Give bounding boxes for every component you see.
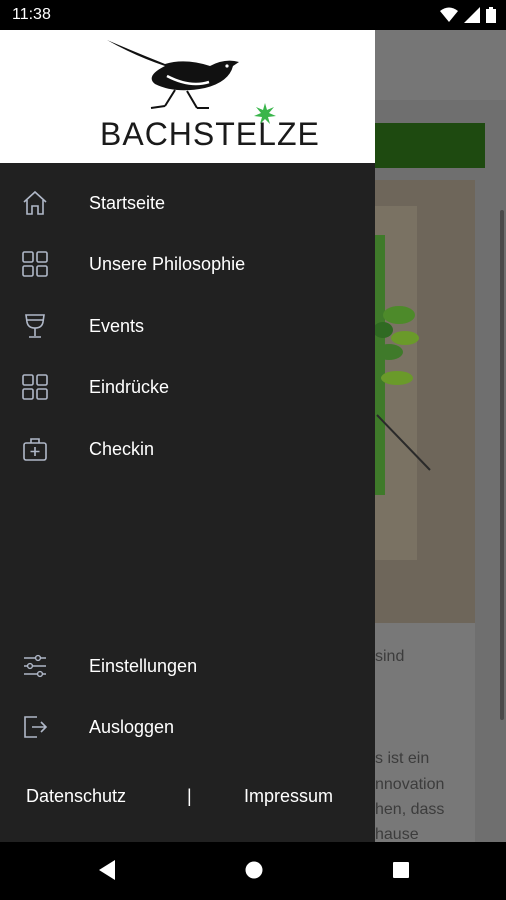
menu-item-eindruecke[interactable]: Eindrücke — [0, 358, 375, 416]
battery-icon — [486, 7, 496, 23]
menu-item-events[interactable]: Events — [0, 297, 375, 355]
wine-glass-icon — [25, 314, 45, 338]
menu-item-label: Unsere Philosophie — [89, 253, 246, 274]
menu-item-label: Checkin — [89, 438, 155, 459]
signal-icon — [464, 7, 480, 23]
wifi-icon — [440, 7, 458, 22]
background-scrollbar — [500, 210, 504, 720]
background-header — [375, 30, 506, 100]
home-icon — [23, 190, 47, 215]
system-navigation-bar — [0, 842, 506, 900]
menu-item-philosophie[interactable]: Unsere Philosophie — [0, 235, 375, 293]
background-banner — [375, 123, 485, 168]
sliders-icon — [24, 654, 46, 678]
imprint-link[interactable]: Impressum — [244, 786, 333, 807]
privacy-link[interactable]: Datenschutz — [26, 786, 126, 807]
menu-item-label: Einstellungen — [89, 655, 198, 676]
drawer-footer: Datenschutz | Impressum — [0, 782, 375, 812]
background-photo — [375, 180, 475, 623]
logo-text: BACHSTELZE — [100, 116, 320, 152]
back-icon[interactable] — [97, 859, 117, 881]
background-text: hen, dass — [375, 801, 445, 818]
leaf-icon — [254, 103, 276, 124]
menu-item-label: Eindrücke — [89, 376, 170, 397]
navigation-drawer: BACHSTELZE Startseite Unsere Philosophie… — [0, 30, 375, 842]
background-text: s ist ein — [375, 750, 430, 767]
plant-illustration — [375, 206, 431, 560]
logout-icon — [24, 716, 48, 738]
grid-icon — [22, 251, 48, 277]
status-time: 11:38 — [12, 6, 51, 23]
menu-item-ausloggen[interactable]: Ausloggen — [0, 698, 375, 756]
home-button-icon[interactable] — [244, 859, 264, 881]
menu-item-startseite[interactable]: Startseite — [0, 174, 375, 232]
recents-icon[interactable] — [391, 859, 411, 881]
background-text: sind — [375, 648, 405, 665]
status-icons — [440, 7, 496, 23]
medical-bag-icon — [23, 438, 47, 461]
footer-separator: | — [187, 786, 192, 806]
menu-item-einstellungen[interactable]: Einstellungen — [0, 637, 375, 695]
menu-item-label: Events — [89, 315, 145, 336]
grid-icon — [22, 374, 48, 400]
menu-item-label: Ausloggen — [89, 716, 175, 737]
background-text: nnovation — [375, 776, 445, 793]
drawer-header: BACHSTELZE — [0, 30, 375, 163]
bird-logo-icon — [107, 40, 239, 109]
status-bar: 11:38 — [0, 0, 506, 30]
menu-item-checkin[interactable]: Checkin — [0, 420, 375, 478]
background-page: sind s ist ein nnovation hen, dass hause — [375, 30, 506, 842]
menu-item-label: Startseite — [89, 192, 166, 213]
background-text: hause — [375, 826, 419, 842]
